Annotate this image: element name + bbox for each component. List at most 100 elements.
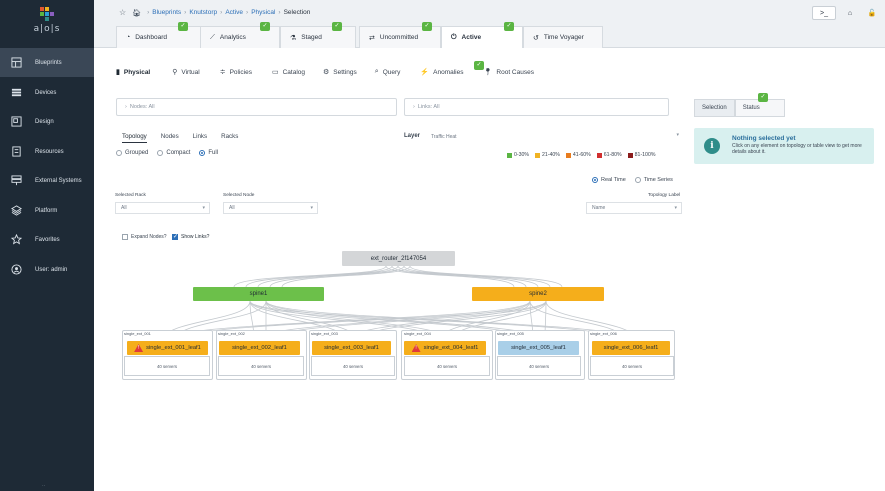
radio-grouped[interactable]: Grouped bbox=[116, 150, 148, 156]
breadcrumb: ☆ 🏠︎ › Blueprints › Knutstorp › Active ›… bbox=[119, 8, 310, 17]
tab-nodes[interactable]: Nodes bbox=[161, 133, 179, 143]
app-logo[interactable]: a|o|s bbox=[0, 6, 94, 34]
home-icon[interactable]: 🏠︎ bbox=[132, 9, 141, 17]
subtab-virtual[interactable]: ⚲ Virtual bbox=[172, 68, 199, 77]
tab-racks[interactable]: Racks bbox=[221, 133, 238, 143]
breadcrumb-knutstorp[interactable]: Knutstorp bbox=[189, 9, 217, 16]
breadcrumb-active[interactable]: Active bbox=[225, 9, 243, 16]
sidebar-item-external-systems[interactable]: External Systems bbox=[0, 166, 94, 195]
subtab-root-causes[interactable]: 📍︎ Root Causes bbox=[483, 68, 534, 77]
radio-time-series[interactable]: Time Series bbox=[634, 177, 673, 183]
blueprints-icon bbox=[10, 57, 22, 69]
lock-button[interactable]: 🔓 bbox=[860, 6, 884, 20]
layer-select[interactable]: Traffic Heat ▾ bbox=[426, 130, 683, 143]
tab-selection[interactable]: Selection bbox=[694, 99, 735, 117]
leaf-node[interactable]: ! single_ext_001_leaf1 bbox=[127, 341, 208, 355]
tab-topology[interactable]: Topology bbox=[122, 133, 147, 143]
radio-compact[interactable]: Compact bbox=[157, 150, 190, 156]
sidebar-item-devices[interactable]: Devices bbox=[0, 78, 94, 107]
servers-group[interactable]: 40 servers bbox=[590, 356, 674, 376]
tab-label: Analytics bbox=[219, 34, 246, 41]
subtab-policies[interactable]: ≑ Policies bbox=[220, 68, 252, 77]
chevron-down-icon: ▾ bbox=[676, 132, 679, 138]
analytics-icon: ⟋ bbox=[210, 33, 215, 41]
topology-label-value: Name bbox=[592, 205, 606, 211]
subtab-catalog[interactable]: ▭ Catalog bbox=[272, 68, 305, 77]
rack-label: single_ext_004 bbox=[404, 331, 431, 336]
subtab-label: Physical bbox=[123, 68, 151, 76]
root-causes-icon: 📍︎ bbox=[483, 69, 493, 76]
leaf-node[interactable]: single_ext_006_leaf1 bbox=[592, 341, 670, 355]
servers-group[interactable]: 40 servers bbox=[404, 356, 490, 376]
radio-label: Real Time bbox=[601, 177, 626, 183]
tab-links[interactable]: Links bbox=[193, 133, 207, 143]
external-systems-icon bbox=[10, 175, 22, 187]
platform-icon bbox=[10, 205, 22, 217]
radio-real-time[interactable]: Real Time bbox=[592, 177, 626, 183]
router-node[interactable]: ext_router_2f147054 bbox=[342, 251, 455, 266]
status-badge: ✓ bbox=[422, 22, 432, 31]
leaf-node[interactable]: ! single_ext_004_leaf1 bbox=[404, 341, 486, 355]
radio-full[interactable]: Full bbox=[199, 150, 218, 156]
logo-text: a|o|s bbox=[33, 24, 61, 34]
breadcrumb-blueprints[interactable]: Blueprints bbox=[152, 9, 181, 16]
tab-time-voyager[interactable]: ↺ Time Voyager bbox=[523, 26, 603, 48]
breadcrumb-physical[interactable]: Physical bbox=[251, 9, 275, 16]
favorite-star-icon[interactable]: ☆ bbox=[119, 8, 126, 17]
spine-node-spine1[interactable]: spine1 bbox=[193, 287, 324, 301]
links-filter-input[interactable]: › Links: All bbox=[404, 98, 669, 116]
home-button[interactable]: ⌂ bbox=[838, 6, 862, 20]
servers-group[interactable]: 40 servers bbox=[497, 356, 581, 376]
sidebar-item-user[interactable]: User: admin bbox=[0, 255, 94, 284]
sidebar-item-favorites[interactable]: Favorites bbox=[0, 225, 94, 254]
show-links-checkbox[interactable]: Show Links? bbox=[172, 233, 210, 240]
radio-circle bbox=[634, 177, 641, 183]
terminal-button[interactable]: >_ bbox=[812, 6, 836, 20]
subtab-anomalies[interactable]: ⚡ Anomalies bbox=[420, 68, 463, 77]
legend-item: 81-100% bbox=[627, 152, 655, 158]
nodes-filter-input[interactable]: › Nodes: All bbox=[116, 98, 397, 116]
expand-nodes-checkbox[interactable]: Expand Nodes? bbox=[122, 234, 167, 240]
sidebar-item-platform[interactable]: Platform bbox=[0, 196, 94, 225]
chevron-right-icon: › bbox=[413, 104, 415, 110]
subtab-query[interactable]: ⌕ Query bbox=[375, 68, 401, 76]
sidebar-item-design[interactable]: Design bbox=[0, 107, 94, 136]
chevron-down-icon: ▾ bbox=[674, 205, 677, 211]
leaf-node[interactable]: single_ext_002_leaf1 bbox=[219, 341, 300, 355]
user-icon bbox=[10, 264, 22, 276]
resources-icon bbox=[10, 146, 22, 158]
top-header: ☆ 🏠︎ › Blueprints › Knutstorp › Active ›… bbox=[94, 0, 885, 48]
sidebar-bottom-mark: ·· bbox=[42, 483, 46, 489]
checkbox-label: Show Links? bbox=[181, 234, 210, 240]
sidebar-item-blueprints[interactable]: Blueprints bbox=[0, 48, 94, 77]
topology-label-label: Topology Label bbox=[648, 193, 681, 198]
leaf-node[interactable]: single_ext_003_leaf1 bbox=[312, 341, 391, 355]
leaf-node[interactable]: single_ext_005_leaf1 bbox=[498, 341, 579, 355]
servers-group[interactable]: 40 servers bbox=[311, 356, 395, 376]
servers-group[interactable]: 40 servers bbox=[218, 356, 304, 376]
leaf-label: single_ext_003_leaf1 bbox=[324, 345, 379, 351]
sidebar-item-label: External Systems bbox=[35, 177, 82, 184]
chevron-right-icon: › bbox=[125, 104, 127, 110]
breadcrumb-separator: › bbox=[147, 9, 150, 16]
spine-node-spine2[interactable]: spine2 bbox=[472, 287, 604, 301]
sidebar-item-resources[interactable]: Resources bbox=[0, 137, 94, 166]
heat-legend: 0-30% 21-40% 41-60% 61-80% 81-100% bbox=[507, 152, 661, 158]
tab-dashboard[interactable]: ◔ Dashboard bbox=[116, 26, 202, 48]
topology-label-select[interactable]: Name ▾ bbox=[586, 202, 682, 214]
home-icon: ⌂ bbox=[847, 9, 853, 17]
selected-rack-select[interactable]: All ▾ bbox=[115, 202, 210, 214]
selected-node-value: All bbox=[229, 205, 235, 211]
servers-group[interactable]: 40 servers bbox=[124, 356, 210, 376]
tab-label: Uncommitted bbox=[379, 34, 419, 41]
selected-node-select[interactable]: All ▾ bbox=[223, 202, 318, 214]
nodes-filter-text: Nodes: All bbox=[129, 104, 155, 110]
radio-label: Compact bbox=[166, 150, 191, 156]
legend-item: 21-40% bbox=[535, 152, 560, 158]
subtab-physical[interactable]: ▮ Physical bbox=[116, 68, 151, 77]
breadcrumb-separator: › bbox=[184, 9, 187, 16]
breadcrumb-separator: › bbox=[220, 9, 223, 16]
breadcrumb-separator: › bbox=[278, 9, 281, 16]
tab-staged[interactable]: ⚗ Staged bbox=[280, 26, 356, 48]
subtab-settings[interactable]: ⚙ Settings bbox=[323, 68, 357, 77]
